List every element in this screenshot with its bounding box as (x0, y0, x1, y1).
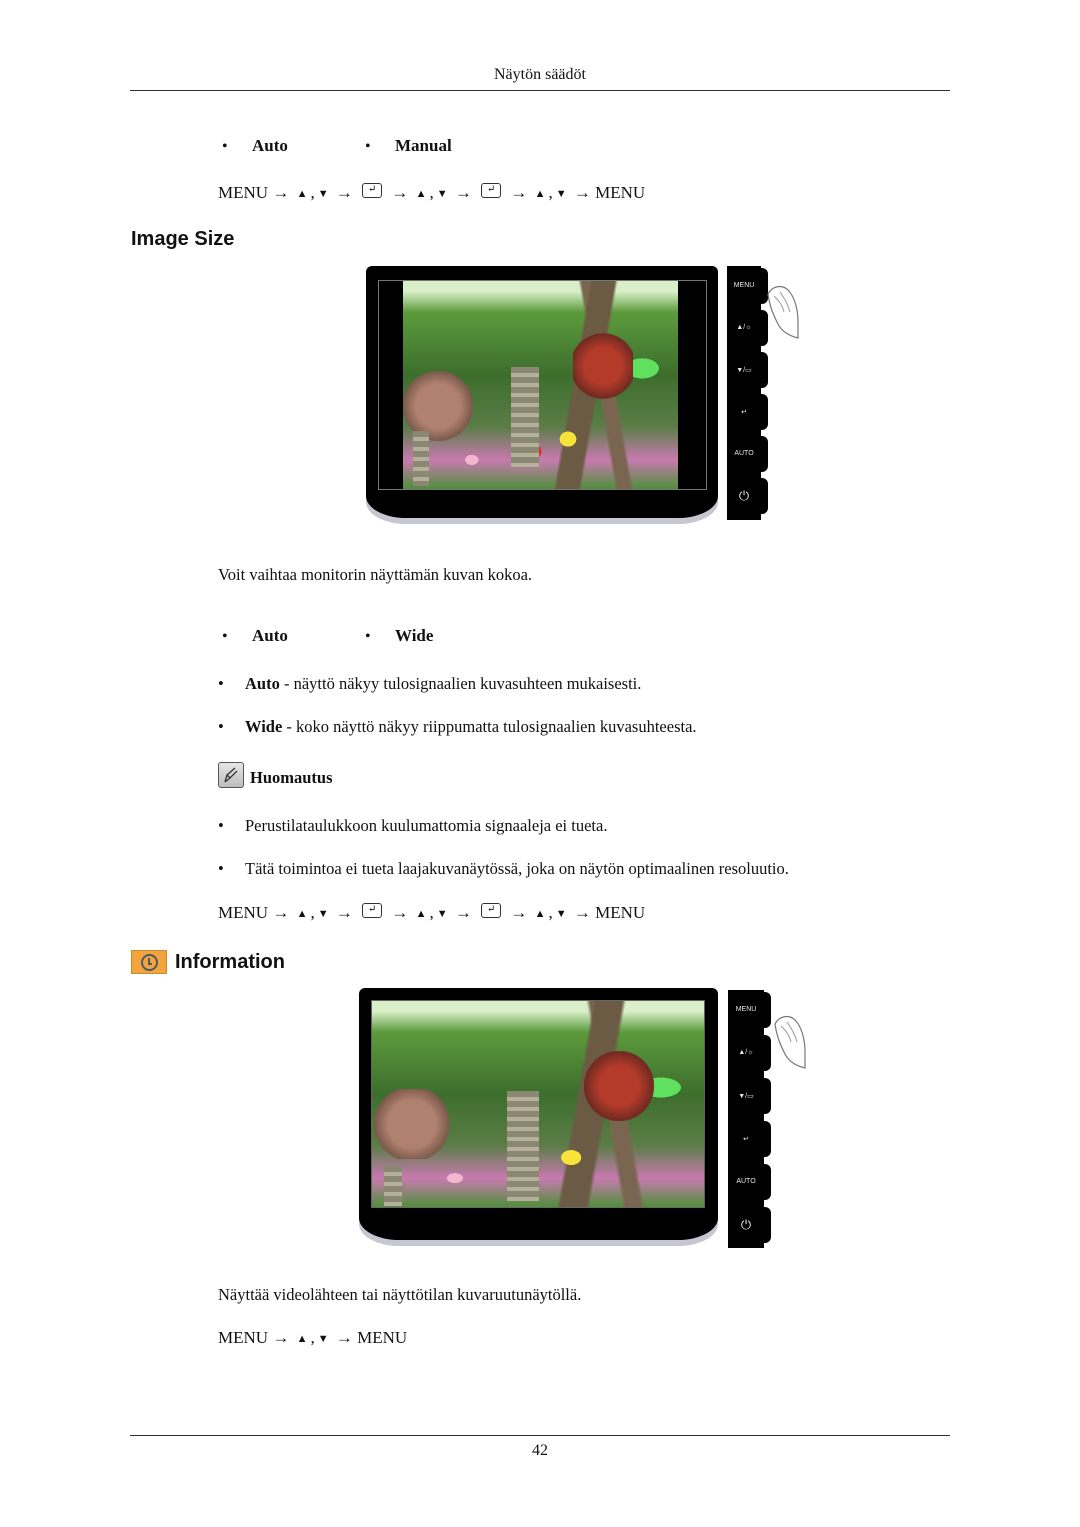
arrow-right-icon: → (387, 903, 413, 922)
up-arrow-icon: ▲ (296, 1333, 308, 1345)
arrow-right-icon: → (268, 1328, 294, 1347)
monitor-control-panel: MENU ▲/☼ ▼/▭ ↵ AUTO ⏻ (728, 990, 771, 1249)
detail-wide: • Wide - koko näyttö näkyy riippumatta t… (218, 717, 697, 736)
arrow-right-icon: → (569, 183, 596, 202)
up-arrow-icon: ▲ (534, 908, 546, 920)
separator: , (548, 183, 553, 202)
auto-button-icon: AUTO (728, 1164, 771, 1206)
footer-rule (130, 1435, 950, 1436)
menu-path-image-size: MENU → ▲, ▼ → ↵ → ▲, ▼ → ↵ → ▲, ▼ → MENU (218, 902, 646, 923)
enter-key-icon: ↵ (362, 182, 383, 198)
note-heading: Huomautus (218, 762, 333, 788)
menu-path-step: MENU (218, 903, 269, 922)
option-manual: • Manual (365, 136, 452, 155)
down-source-button-icon: ▼/▭ (727, 352, 768, 394)
menu-path-step: MENU (218, 183, 269, 202)
garden-photo (372, 1001, 704, 1207)
enter-button-icon: ↵ (728, 1121, 771, 1163)
separator: , (429, 183, 434, 202)
arrow-right-icon: → (387, 183, 413, 202)
information-description: Näyttää videolähteen tai näyttötilan kuv… (218, 1285, 582, 1304)
option-auto: • Auto (222, 626, 288, 645)
down-arrow-icon: ▼ (317, 908, 329, 920)
arrow-right-icon: → (506, 903, 532, 922)
down-arrow-icon: ▼ (436, 908, 448, 920)
monitor-control-panel: MENU ▲/☼ ▼/▭ ↵ AUTO ⏻ (727, 266, 768, 520)
power-button-icon: ⏻ (727, 478, 768, 520)
down-source-button-icon: ▼/▭ (728, 1078, 771, 1120)
down-arrow-icon: ▼ (555, 188, 567, 200)
note-item: • Perustilataulukkoon kuulumattomia signa… (218, 816, 608, 835)
arrow-right-icon: → (450, 183, 477, 202)
menu-button-icon: MENU (727, 268, 768, 310)
enter-key-icon: ↵ (481, 182, 502, 198)
pointing-hand-icon (767, 285, 799, 339)
separator: , (310, 183, 315, 202)
up-arrow-icon: ▲ (415, 188, 427, 200)
arrow-right-icon: → (268, 183, 294, 202)
separator: , (429, 903, 434, 922)
section-title-information: Information (175, 950, 285, 973)
auto-button-icon: AUTO (727, 436, 768, 478)
menu-path-information: MENU → ▲, ▼ → MENU (218, 1328, 407, 1348)
image-size-description: Voit vaihtaa monitorin näyttämän kuvan k… (218, 565, 533, 584)
up-arrow-icon: ▲ (415, 908, 427, 920)
down-arrow-icon: ▼ (436, 188, 448, 200)
enter-button-icon: ↵ (727, 394, 768, 436)
section-title-image-size: Image Size (131, 228, 235, 250)
menu-path-step: MENU (218, 1328, 269, 1347)
menu-path-step: MENU (595, 183, 646, 202)
pagoda (507, 1091, 539, 1201)
down-arrow-icon: ▼ (317, 188, 329, 200)
arrow-right-icon: → (331, 903, 358, 922)
page-number: 42 (532, 1442, 548, 1459)
pointing-hand-icon (774, 1015, 806, 1069)
separator: , (310, 903, 315, 922)
option-wide: • Wide (365, 626, 434, 645)
up-arrow-icon: ▲ (296, 188, 308, 200)
section-title-information-wrap: Information (131, 950, 285, 974)
clock-info-icon (131, 950, 167, 974)
separator: , (310, 1328, 315, 1347)
enter-key-icon: ↵ (481, 902, 502, 918)
monitor-screen (371, 1000, 705, 1208)
arrow-right-icon: → (268, 903, 294, 922)
menu-button-icon: MENU (728, 992, 771, 1034)
up-arrow-icon: ▲ (296, 908, 308, 920)
enter-key-icon: ↵ (362, 902, 383, 918)
option-auto: • Auto (222, 136, 288, 155)
image-size-options: • Auto • Wide (218, 626, 433, 646)
pagoda (511, 367, 539, 467)
arrow-right-icon: → (331, 183, 358, 202)
menu-path-top: MENU → ▲, ▼ → ↵ → ▲, ▼ → ↵ → ▲, ▼ → MENU (218, 182, 646, 203)
monitor-screen (378, 280, 707, 490)
down-arrow-icon: ▼ (555, 908, 567, 920)
up-arrow-icon: ▲ (534, 188, 546, 200)
running-header: Näytön säädöt (494, 66, 586, 83)
menu-path-step: MENU (595, 903, 646, 922)
top-options: • Auto • Manual (218, 136, 452, 156)
note-item: • Tätä toimintoa ei tueta laajakuvanäytös… (218, 859, 789, 878)
up-brightness-button-icon: ▲/☼ (728, 1035, 771, 1077)
up-brightness-button-icon: ▲/☼ (727, 310, 768, 352)
separator: , (548, 903, 553, 922)
garden-photo (403, 281, 678, 489)
arrow-right-icon: → (506, 183, 532, 202)
note-pencil-icon (218, 762, 244, 788)
header-rule (130, 90, 950, 91)
arrow-right-icon: → (450, 903, 477, 922)
arrow-right-icon: → (331, 1328, 358, 1347)
arrow-right-icon: → (569, 903, 596, 922)
down-arrow-icon: ▼ (317, 1333, 329, 1345)
menu-path-step: MENU (357, 1328, 408, 1347)
detail-auto: • Auto - näyttö näkyy tulosignaalien kuv… (218, 674, 642, 693)
power-button-icon: ⏻ (728, 1207, 771, 1249)
